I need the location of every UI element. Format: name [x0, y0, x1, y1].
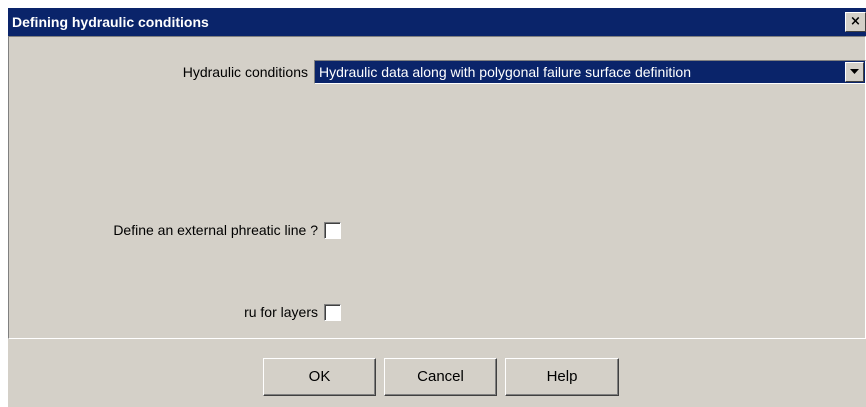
ru-layers-label: ru for layers [244, 304, 318, 320]
cancel-button[interactable]: Cancel [384, 358, 497, 396]
hydraulic-conditions-value: Hydraulic data along with polygonal fail… [319, 64, 691, 80]
hydraulic-conditions-label: Hydraulic conditions [182, 64, 308, 80]
dropdown-button[interactable] [845, 62, 864, 82]
ok-button[interactable]: OK [263, 358, 376, 396]
chevron-down-icon [850, 69, 859, 74]
dialog-window: Defining hydraulic conditions × Hydrauli… [8, 8, 866, 407]
window-title: Defining hydraulic conditions [12, 14, 209, 30]
hydraulic-conditions-select[interactable]: Hydraulic data along with polygonal fail… [314, 60, 866, 84]
title-bar[interactable]: Defining hydraulic conditions × [8, 8, 866, 36]
close-button[interactable]: × [845, 12, 866, 32]
ru-layers-checkbox[interactable] [324, 304, 341, 321]
phreatic-line-checkbox[interactable] [324, 222, 341, 239]
phreatic-line-label: Define an external phreatic line ? [113, 222, 318, 238]
help-button[interactable]: Help [505, 358, 619, 396]
close-icon: × [850, 14, 861, 29]
